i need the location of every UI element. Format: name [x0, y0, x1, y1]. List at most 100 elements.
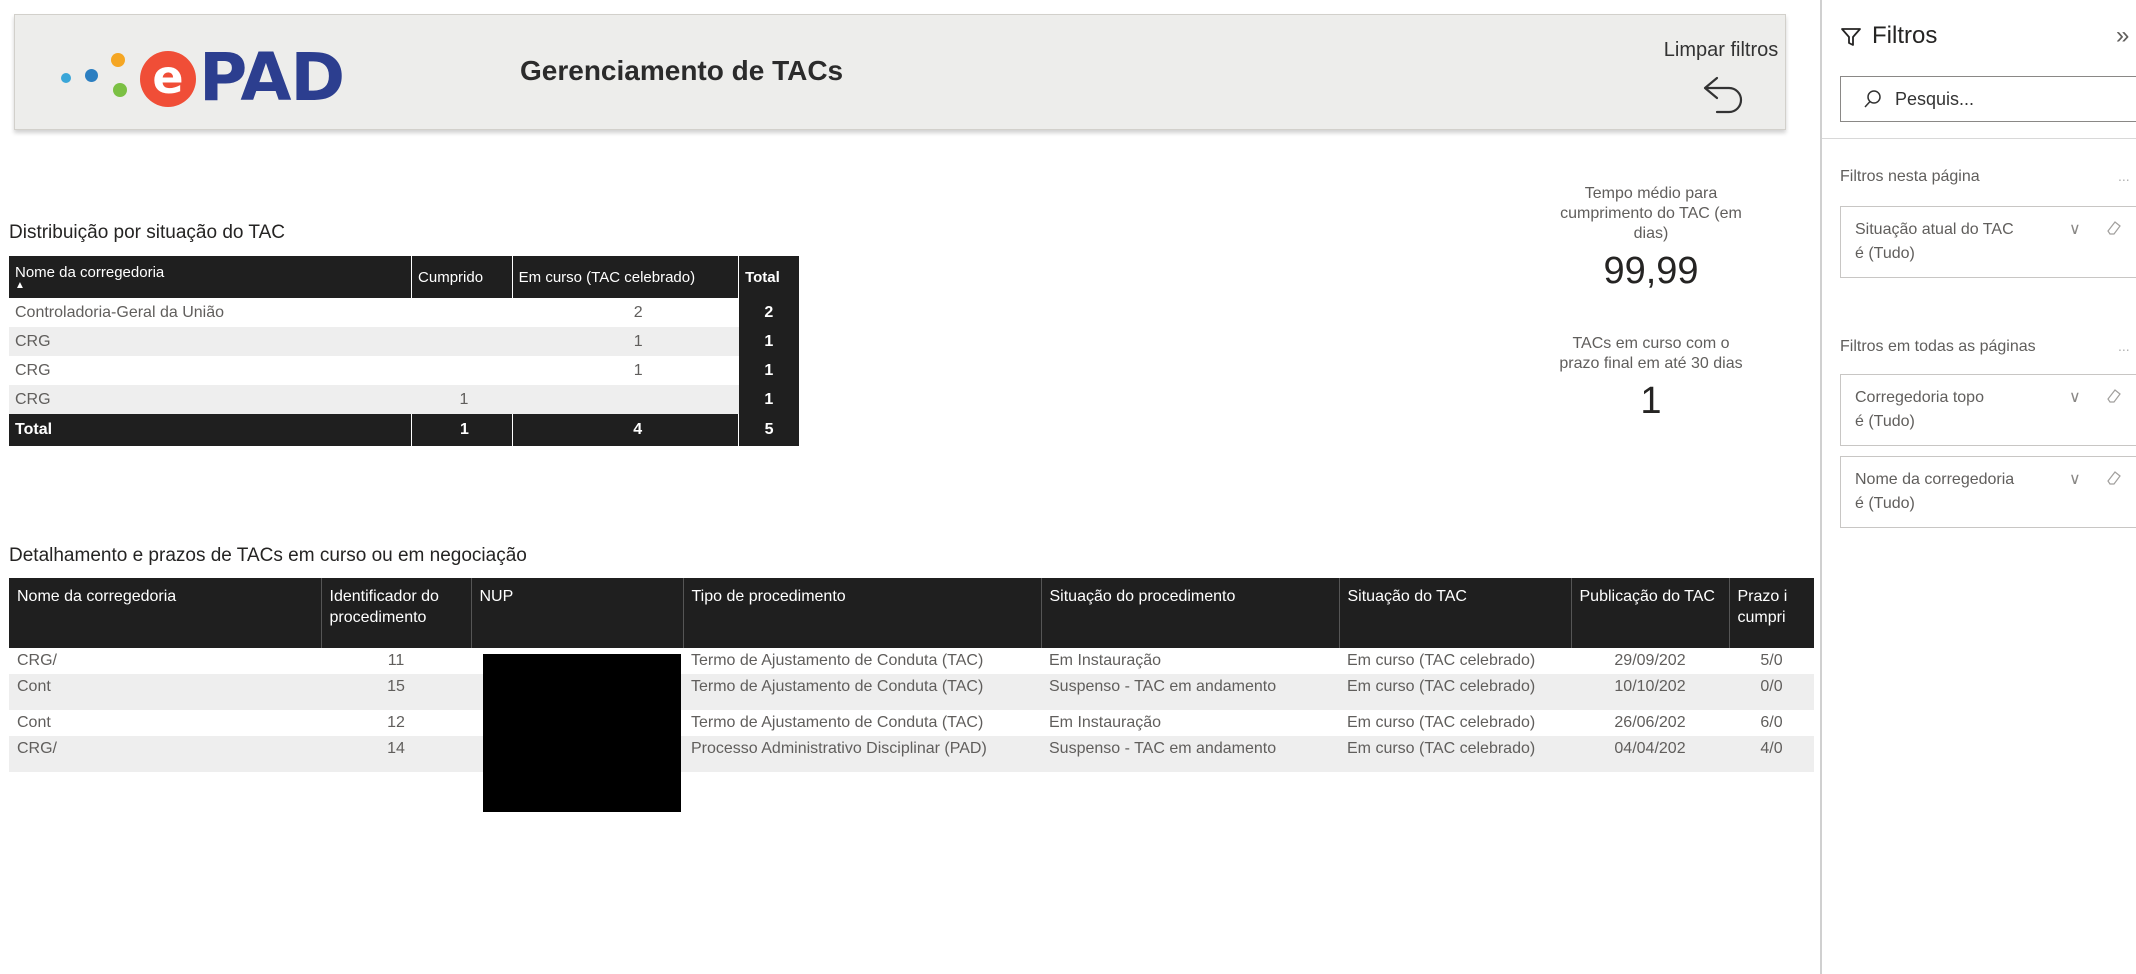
cell: Suspenso - TAC em andamento — [1041, 674, 1339, 710]
filter-pane-title: Filtros — [1872, 22, 1938, 49]
filter-pane: Filtros » Pesquis... Filtros nesta págin… — [1820, 0, 2136, 974]
table-row[interactable]: CRG 1 1 — [9, 356, 799, 385]
cell: Em Instauração — [1049, 714, 1162, 731]
total-row: Total 1 4 5 — [9, 414, 799, 446]
summary-matrix: Nome da corregedoria ▲ Cumprido Em curso… — [9, 256, 799, 446]
column-header-corregedoria[interactable]: Nome da corregedoria ▲ — [9, 256, 412, 298]
cell: 1 — [411, 414, 513, 446]
more-options-icon[interactable]: ... — [2118, 168, 2130, 184]
table-row[interactable]: CRG/ 11 Termo de Ajustamento de Conduta … — [9, 648, 1814, 674]
cell: Controladoria-Geral da União — [15, 303, 224, 321]
chevron-down-icon[interactable]: ∨ — [2069, 387, 2081, 407]
column-header-tipo[interactable]: Tipo de procedimento — [682, 578, 1041, 648]
cell: CRG — [15, 361, 51, 379]
cell: 1 — [411, 385, 513, 414]
cell: 1 — [738, 327, 799, 356]
more-options-icon[interactable]: ... — [2118, 338, 2130, 354]
filter-value: é (Tudo) — [1855, 413, 1915, 430]
logo-dot — [113, 83, 127, 97]
report-header: e PAD Gerenciamento de TACs Limpar filtr… — [14, 14, 1786, 130]
cell: Em Instauração — [1049, 652, 1162, 669]
cell — [412, 298, 513, 327]
filter-card-corregedoria-topo[interactable]: Corregedoria topo é (Tudo) ∨ — [1840, 374, 2136, 446]
table-row[interactable]: CRG 1 1 — [9, 385, 799, 414]
cell: 1 — [738, 356, 799, 385]
cell — [412, 356, 513, 385]
column-header-publicacao[interactable]: Publicação do TAC — [1570, 578, 1729, 648]
cell: 4/0 — [1729, 736, 1814, 772]
kpi-value: 99,99 — [1603, 250, 1699, 292]
clear-filters-label: Limpar filtros — [1663, 39, 1779, 61]
cell: Cont — [17, 714, 51, 731]
cell: 0/0 — [1729, 674, 1814, 710]
column-header-corregedoria[interactable]: Nome da corregedoria — [9, 578, 321, 648]
table-row[interactable]: CRG/ 14 Processo Administrativo Discipli… — [9, 736, 1814, 772]
divider — [1822, 138, 2136, 139]
column-header-situacao-procedimento[interactable]: Situação do procedimento — [1040, 578, 1339, 648]
kpi-card-expiring: TACs em curso com o prazo final em até 3… — [1556, 334, 1746, 423]
filter-search-input[interactable]: Pesquis... — [1840, 76, 2136, 122]
all-pages-filters-heading: Filtros em todas as páginas — [1840, 338, 2036, 355]
cell: Termo de Ajustamento de Conduta (TAC) — [683, 674, 1041, 710]
cell: Termo de Ajustamento de Conduta (TAC) — [691, 714, 984, 731]
cell: 14 — [321, 736, 471, 772]
clear-filter-icon[interactable] — [2105, 387, 2123, 405]
cell: 1 — [512, 327, 739, 356]
cell: Em curso (TAC celebrado) — [1339, 736, 1571, 772]
filter-value: é (Tudo) — [1855, 245, 1915, 262]
logo-dot — [111, 53, 125, 67]
cell: 11 — [387, 652, 405, 669]
cell: 6/0 — [1760, 714, 1783, 731]
cell: 26/06/202 — [1614, 714, 1686, 731]
cell: CRG — [9, 385, 412, 414]
column-header-prazo[interactable]: Prazo i cumpri — [1728, 578, 1814, 648]
cell: 4 — [511, 414, 739, 446]
table-row[interactable]: Controladoria-Geral da União 2 2 — [9, 298, 799, 327]
cell: 12 — [387, 714, 405, 731]
cell — [411, 327, 513, 356]
logo-text: PAD — [199, 39, 345, 116]
column-header-situacao-tac[interactable]: Situação do TAC — [1338, 578, 1571, 648]
cell: 5 — [738, 414, 799, 446]
cell: Suspenso - TAC em andamento — [1041, 736, 1339, 772]
kpi-card-avg-time: Tempo médio para cumprimento do TAC (em … — [1556, 184, 1746, 293]
column-header-total[interactable]: Total — [738, 256, 799, 298]
cell: 1 — [738, 385, 799, 414]
column-header-identificador[interactable]: Identificador do procedimento — [320, 578, 471, 648]
collapse-pane-icon[interactable]: » — [2116, 22, 2129, 50]
cell: 2 — [633, 303, 643, 321]
cell: 2 — [738, 298, 799, 327]
cell: 5/0 — [1760, 652, 1783, 669]
column-header-cumprido[interactable]: Cumprido — [411, 256, 513, 298]
detail-table-viewport[interactable]: Nome da corregedoria Identificador do pr… — [9, 578, 1814, 838]
chevron-down-icon[interactable]: ∨ — [2069, 219, 2081, 239]
table-row[interactable]: CRG 1 1 — [9, 327, 799, 356]
page-filters-heading: Filtros nesta página — [1840, 168, 1980, 185]
cell: CRG/ — [9, 736, 321, 772]
cell: 29/09/202 — [1614, 652, 1686, 669]
column-header-nup[interactable]: NUP — [470, 578, 683, 648]
cell: CRG/ — [17, 652, 57, 669]
cell: 1 — [633, 361, 643, 379]
clear-filters-button[interactable]: Limpar filtros — [1655, 23, 1787, 123]
cell: Em curso (TAC celebrado) — [1339, 674, 1571, 710]
kpi-label: TACs em curso com o prazo final em até 3… — [1559, 335, 1743, 372]
filter-card-situacao[interactable]: Situação atual do TAC é (Tudo) ∨ — [1840, 206, 2136, 278]
clear-filter-icon[interactable] — [2105, 219, 2123, 237]
column-header-em-curso[interactable]: Em curso (TAC celebrado) — [511, 256, 739, 298]
logo-dot — [61, 73, 71, 83]
summary-title: Distribuição por situação do TAC — [9, 222, 285, 243]
detail-table: Nome da corregedoria Identificador do pr… — [9, 578, 1814, 772]
logo-dot — [85, 69, 98, 82]
cell: Total — [9, 414, 412, 446]
clear-filter-icon[interactable] — [2105, 469, 2123, 487]
cell: 04/04/202 — [1571, 736, 1729, 772]
table-row[interactable]: Cont 15 Termo de Ajustamento de Conduta … — [9, 674, 1814, 710]
filter-card-nome-corregedoria[interactable]: Nome da corregedoria é (Tudo) ∨ — [1840, 456, 2136, 528]
logo-e-mark: e — [140, 51, 196, 107]
table-row[interactable]: Cont 12 Termo de Ajustamento de Conduta … — [9, 710, 1814, 736]
chevron-down-icon[interactable]: ∨ — [2069, 469, 2081, 489]
page-title: Gerenciamento de TACs — [520, 55, 844, 86]
cell: Em curso (TAC celebrado) — [1347, 652, 1536, 669]
filter-name: Situação atual do TAC — [1855, 221, 2014, 238]
